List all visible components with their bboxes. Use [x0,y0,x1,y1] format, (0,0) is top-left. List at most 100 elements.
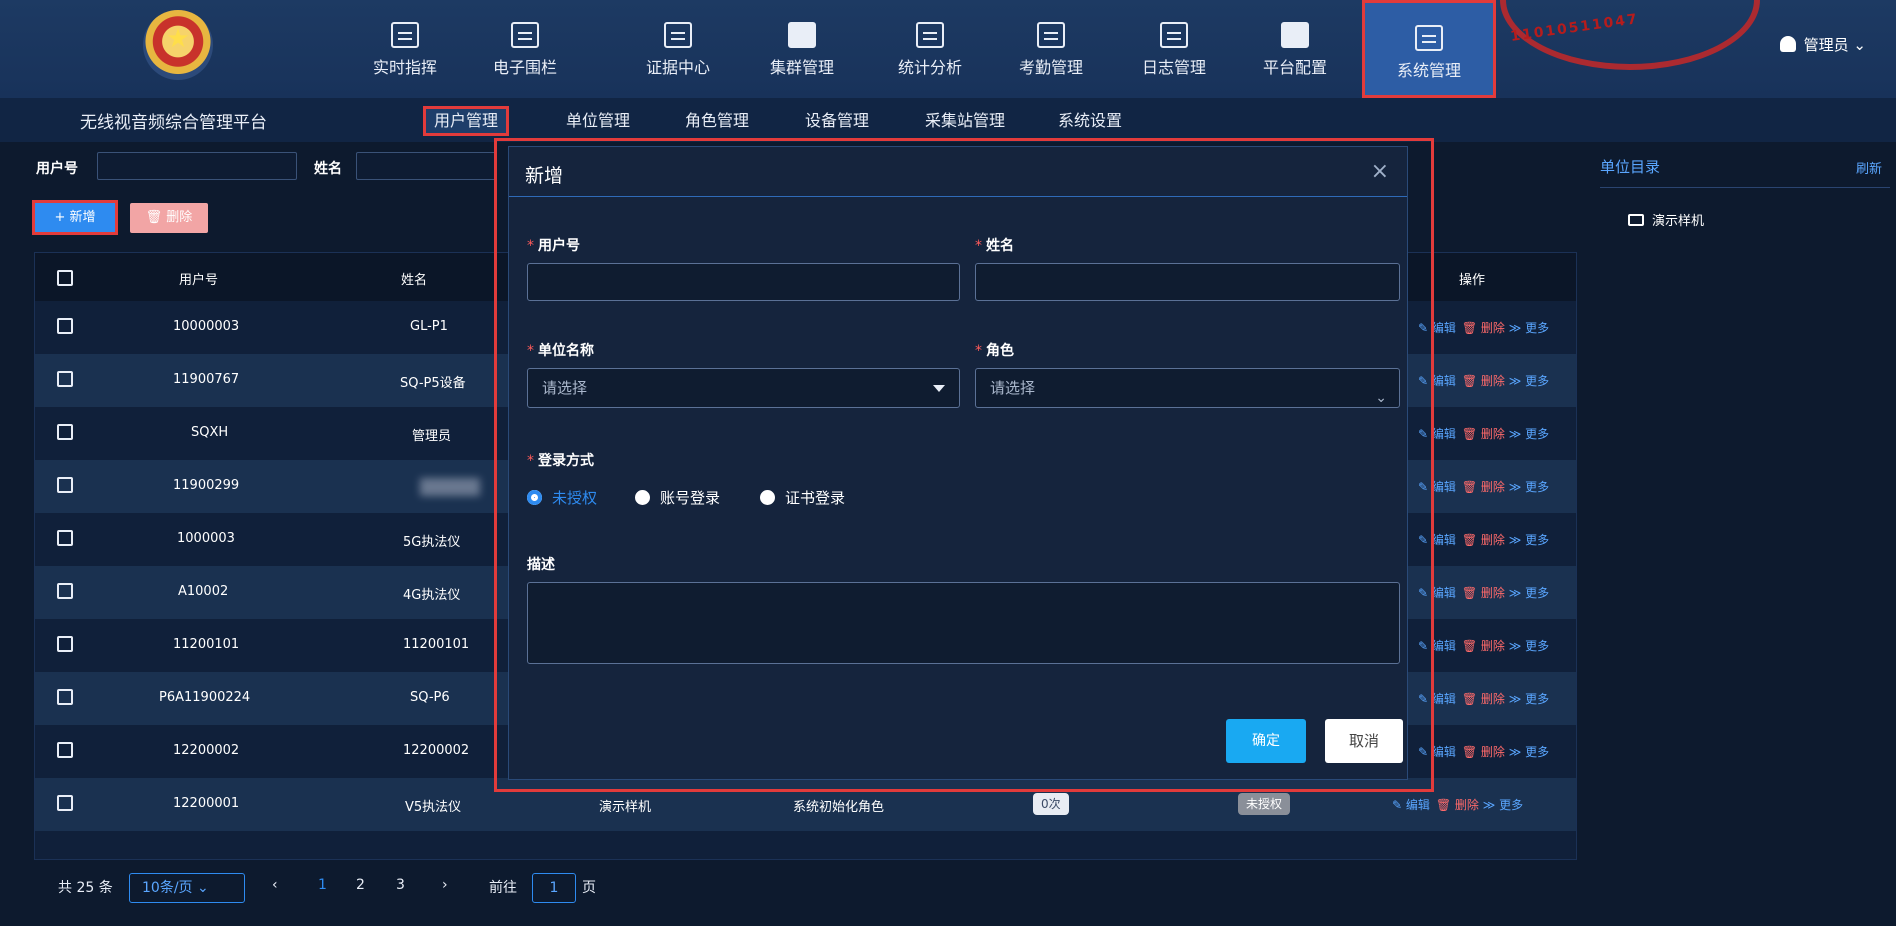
radio-account-login[interactable]: 账号登录 [635,487,720,508]
cell-user-no: SQXH [191,425,229,440]
divider [1600,187,1890,188]
name-label: * 姓名 [975,238,1014,254]
page-number-current[interactable]: 1 [318,877,327,893]
delete-link[interactable]: 🗑 删除 [1462,427,1505,441]
page-number[interactable]: 3 [396,877,405,893]
nav-item-realtime-command[interactable]: 实时指挥 [345,0,465,98]
delete-link[interactable]: 🗑 删除 [1436,798,1479,812]
more-link[interactable]: ≫ 更多 [1509,692,1549,706]
delete-link[interactable]: 🗑 删除 [1462,321,1505,335]
nav-item-log-management[interactable]: 日志管理 [1114,0,1234,98]
cell-name: 11200101 [403,637,470,652]
row-checkbox[interactable] [57,795,73,811]
log-icon [1160,22,1188,48]
row-checkbox[interactable] [57,636,73,652]
description-label: 描述 [527,557,555,573]
user-menu[interactable]: 管理员 ⌄ [1779,34,1866,55]
delete-link[interactable]: 🗑 删除 [1462,745,1505,759]
filter-user-no-label: 用户号 [36,161,78,177]
page-suffix: 页 [582,880,596,896]
delete-link[interactable]: 🗑 删除 [1462,586,1505,600]
goto-page-input[interactable]: 1 [532,873,576,903]
delete-link[interactable]: 🗑 删除 [1462,480,1505,494]
tab-station-management[interactable]: 采集站管理 [917,106,1013,136]
fence-icon [511,22,539,48]
row-checkbox[interactable] [57,689,73,705]
cell-user-no: 1000003 [177,531,235,546]
tab-system-settings[interactable]: 系统设置 [1050,106,1130,136]
pagination-total: 共 25 条 [58,880,113,896]
blurred-name [420,478,480,496]
radio-unauthorized[interactable]: 未授权 [527,487,597,508]
tab-role-management[interactable]: 角色管理 [677,106,757,136]
config-icon [1281,22,1309,48]
nav-item-statistics[interactable]: 统计分析 [870,0,990,98]
auth-status-badge: 未授权 [1238,793,1291,815]
delete-button[interactable]: 🗑 删除 [130,203,208,233]
close-icon[interactable]: × [1371,159,1389,184]
nav-item-platform-config[interactable]: 平台配置 [1235,0,1355,98]
row-checkbox[interactable] [57,477,73,493]
delete-link[interactable]: 🗑 删除 [1462,533,1505,547]
row-checkbox[interactable] [57,318,73,334]
user-no-label: * 用户号 [527,238,580,254]
caret-down-icon [933,385,945,392]
tab-unit-management[interactable]: 单位管理 [558,106,638,136]
tab-device-management[interactable]: 设备管理 [797,106,877,136]
page-number[interactable]: 2 [356,877,365,893]
select-all-checkbox[interactable] [57,270,73,286]
nav-item-system-management[interactable]: 系统管理 [1362,0,1496,98]
cell-name: 4G执法仪 [403,588,461,603]
cell-role: 系统初始化角色 [793,800,885,815]
cell-user-no: 11900299 [173,478,240,493]
row-checkbox[interactable] [57,583,73,599]
delete-link[interactable]: 🗑 删除 [1462,692,1505,706]
row-checkbox[interactable] [57,371,73,387]
row-checkbox[interactable] [57,742,73,758]
header-name: 姓名 [401,273,428,288]
more-link[interactable]: ≫ 更多 [1509,321,1549,335]
next-page-icon[interactable]: › [442,877,448,893]
add-button[interactable]: + 新增 [32,200,118,235]
more-link[interactable]: ≫ 更多 [1509,374,1549,388]
cell-user-no: A10002 [178,584,229,599]
more-link[interactable]: ≫ 更多 [1509,639,1549,653]
radio-certificate-login[interactable]: 证书登录 [760,487,845,508]
more-link[interactable]: ≫ 更多 [1509,480,1549,494]
row-checkbox[interactable] [57,530,73,546]
refresh-link[interactable]: 刷新 [1856,158,1882,177]
usage-count-badge: 0次 [1033,793,1069,815]
nav-item-electronic-fence[interactable]: 电子围栏 [465,0,585,98]
more-link[interactable]: ≫ 更多 [1483,798,1523,812]
nav-item-cluster-management[interactable]: 集群管理 [742,0,862,98]
role-label: * 角色 [975,343,1014,359]
more-link[interactable]: ≫ 更多 [1509,427,1549,441]
unit-select[interactable]: 请选择 [527,368,960,408]
row-checkbox[interactable] [57,424,73,440]
delete-link[interactable]: 🗑 删除 [1462,639,1505,653]
delete-link[interactable]: 🗑 删除 [1462,374,1505,388]
more-link[interactable]: ≫ 更多 [1509,533,1549,547]
edit-link[interactable]: ✎ 编辑 [1392,798,1430,812]
row-operations: ✎ 编辑 🗑 删除 ≫ 更多 [1392,796,1523,813]
cell-user-no: 11900767 [173,372,240,387]
radio-dot-icon [635,490,650,505]
more-link[interactable]: ≫ 更多 [1509,745,1549,759]
filter-name-input[interactable] [356,152,496,180]
header-operations: 操作 [1459,273,1486,288]
tab-user-management[interactable]: 用户管理 [423,106,510,136]
prev-page-icon[interactable]: ‹ [272,877,278,893]
nav-item-evidence-center[interactable]: 证据中心 [618,0,738,98]
filter-user-no-input[interactable] [97,152,297,180]
cancel-button[interactable]: 取消 [1325,719,1403,763]
more-link[interactable]: ≫ 更多 [1509,586,1549,600]
nav-item-attendance[interactable]: 考勤管理 [991,0,1111,98]
role-select[interactable]: 请选择 ⌄ [975,368,1400,408]
dialog-title: 新增 [525,165,564,187]
unit-tree-item[interactable]: 演示样机 [1628,210,1704,229]
confirm-button[interactable]: 确定 [1226,719,1306,763]
name-input[interactable] [975,263,1400,301]
user-no-input[interactable] [527,263,960,301]
description-textarea[interactable] [527,582,1400,664]
page-size-select[interactable]: 10条/页 ⌄ [129,873,245,903]
